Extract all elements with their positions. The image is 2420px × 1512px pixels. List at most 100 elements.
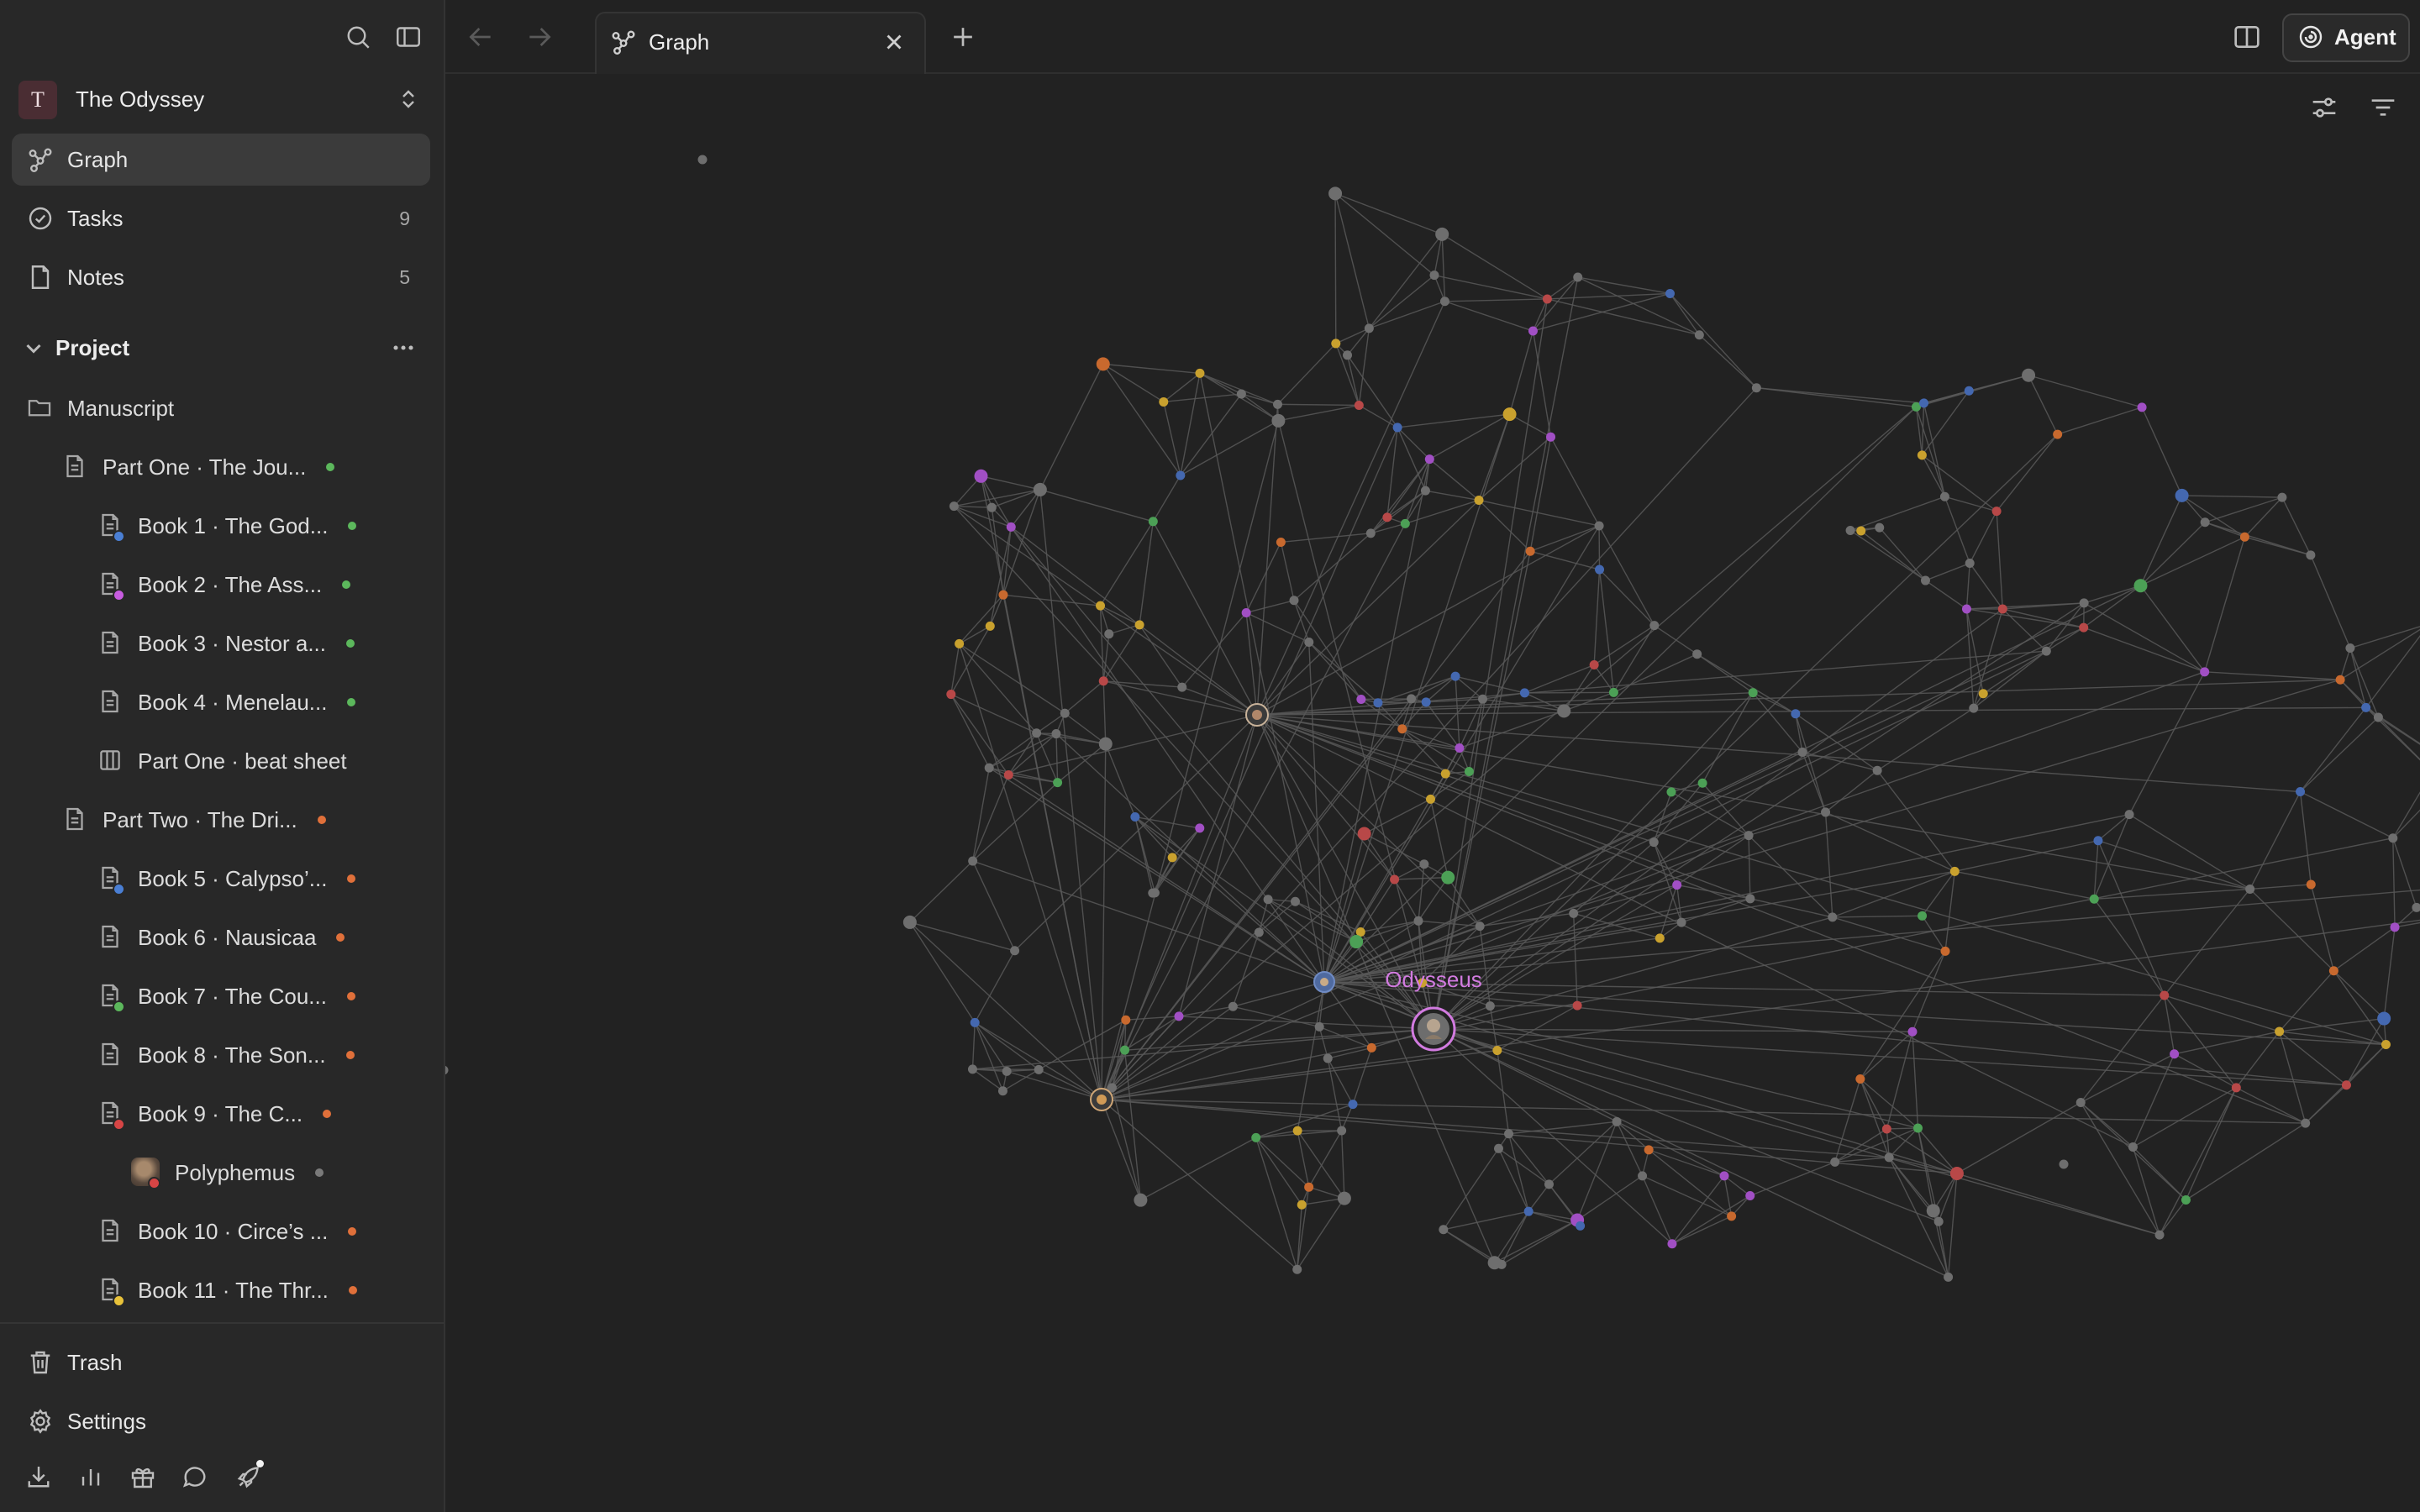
close-icon[interactable]	[879, 27, 909, 57]
graph-node[interactable]	[1429, 270, 1439, 281]
graph-node[interactable]	[2022, 368, 2036, 382]
graph-node[interactable]	[1926, 1204, 1940, 1218]
graph-node[interactable]	[1314, 1021, 1324, 1032]
graph-node[interactable]	[1649, 621, 1660, 631]
graph-node[interactable]	[2133, 579, 2148, 593]
graph-node[interactable]	[1612, 1116, 1622, 1126]
graph-node[interactable]	[949, 501, 959, 512]
graph-node[interactable]	[1228, 1001, 1238, 1011]
graph-node[interactable]	[1400, 518, 1410, 528]
graph-node[interactable]	[2381, 1040, 2391, 1050]
graph-node[interactable]	[1407, 694, 1417, 704]
graph-node[interactable]	[1241, 607, 1251, 617]
graph-node[interactable]	[2170, 1049, 2180, 1059]
graph-node[interactable]	[2200, 517, 2210, 528]
graph-node[interactable]	[1918, 911, 1928, 921]
graph-node[interactable]	[2335, 675, 2345, 685]
graph-node[interactable]	[1304, 1182, 1314, 1192]
graph-node[interactable]	[2373, 712, 2383, 722]
graph-node[interactable]	[1439, 297, 1449, 307]
graph-node[interactable]	[2328, 966, 2338, 976]
workspace-switcher[interactable]: T The Odyssey	[12, 76, 430, 123]
graph-node[interactable]	[946, 690, 956, 700]
graph-node[interactable]	[1271, 413, 1286, 428]
graph-node[interactable]	[1464, 766, 1474, 776]
graph-node[interactable]	[1292, 1126, 1302, 1136]
graph-node[interactable]	[1744, 831, 1754, 841]
graph-node[interactable]	[1337, 1126, 1347, 1136]
graph-node[interactable]	[1697, 778, 1707, 788]
graph-node[interactable]	[1745, 1191, 1755, 1201]
graph-node[interactable]	[1424, 454, 1434, 465]
graph-node[interactable]	[1450, 671, 1460, 681]
graph-node[interactable]	[2175, 488, 2189, 502]
graph-node[interactable]	[1323, 1053, 1333, 1063]
graph-node[interactable]	[1475, 921, 1485, 932]
graph-node[interactable]	[1694, 330, 1704, 340]
graph-node[interactable]	[1493, 1143, 1503, 1153]
graph-node[interactable]	[2306, 550, 2316, 560]
graph-node[interactable]	[1392, 423, 1402, 433]
graph-node[interactable]	[1949, 866, 1960, 876]
graph-node[interactable]	[1413, 916, 1423, 926]
graph-node[interactable]	[1148, 517, 1158, 527]
graph-node[interactable]	[1638, 1171, 1648, 1181]
graph-node[interactable]	[1289, 596, 1299, 606]
graph-node[interactable]	[1644, 1145, 1654, 1155]
tree-item[interactable]: Book 8 · The Son...	[96, 1029, 491, 1081]
graph-node[interactable]	[1797, 747, 1807, 757]
graph-node[interactable]	[1034, 1064, 1044, 1074]
graph-node[interactable]	[1176, 470, 1186, 480]
graph-node[interactable]	[2231, 1083, 2241, 1093]
graph-node[interactable]	[1425, 794, 1435, 804]
graph-node[interactable]	[1273, 399, 1283, 409]
graph-node[interactable]	[967, 1064, 977, 1074]
tree-item[interactable]: Part Two · The Dri...	[60, 794, 455, 846]
graph-node[interactable]	[1033, 482, 1047, 496]
rocket-icon[interactable]	[234, 1460, 264, 1492]
tab-graph[interactable]: Graph	[595, 12, 926, 74]
graph-node[interactable]	[1236, 389, 1246, 399]
graph-node[interactable]	[2200, 667, 2210, 677]
graph-node[interactable]	[1354, 400, 1364, 410]
graph-node[interactable]	[2128, 1142, 2138, 1152]
graph-node[interactable]	[1828, 912, 1838, 922]
graph-node[interactable]	[1134, 620, 1144, 630]
graph-node[interactable]	[1913, 1123, 1923, 1133]
graph-node[interactable]	[1944, 1272, 1954, 1282]
nav-notes[interactable]: Notes 5	[12, 251, 430, 303]
graph-node[interactable]	[1382, 512, 1392, 522]
graph-node[interactable]	[1421, 697, 1431, 707]
graph-node[interactable]	[1174, 1011, 1184, 1021]
tree-item[interactable]: Book 3 · Nestor a...	[96, 617, 491, 669]
graph-node[interactable]	[1875, 522, 1885, 533]
tree-item[interactable]: Part One · beat sheet	[96, 735, 491, 787]
graph-node[interactable]	[1692, 649, 1702, 659]
graph-node-isolated[interactable]	[697, 155, 708, 165]
folder-manuscript[interactable]: Manuscript	[25, 382, 420, 434]
graph-node[interactable]	[1420, 486, 1430, 496]
graph-node[interactable]	[1096, 357, 1110, 371]
graph-node[interactable]	[1485, 1001, 1495, 1011]
graph-node[interactable]	[1364, 323, 1374, 333]
graph-node[interactable]	[1667, 1239, 1677, 1249]
graph-node[interactable]	[1504, 1129, 1514, 1139]
graph-node[interactable]	[1676, 917, 1686, 927]
graph-node-isolated[interactable]	[445, 1065, 449, 1075]
graph-node[interactable]	[1254, 927, 1264, 937]
graph-node[interactable]	[1003, 769, 1013, 780]
graph-node[interactable]	[1365, 528, 1376, 538]
graph-node[interactable]	[2089, 894, 2099, 904]
graph-node[interactable]	[1343, 350, 1353, 360]
graph-node[interactable]	[1441, 870, 1455, 885]
graph-node[interactable]	[2137, 402, 2147, 412]
graph-node[interactable]	[1439, 1225, 1449, 1235]
agent-button[interactable]: Agent	[2282, 13, 2410, 62]
graph-node[interactable]	[1120, 1045, 1130, 1055]
graph-node[interactable]	[2345, 643, 2355, 654]
graph-node[interactable]	[1419, 859, 1429, 869]
nav-trash[interactable]: Trash	[12, 1337, 430, 1388]
graph-node[interactable]	[1492, 1046, 1502, 1056]
graph-node[interactable]	[1134, 1193, 1148, 1207]
graph-node[interactable]	[1121, 1015, 1131, 1025]
